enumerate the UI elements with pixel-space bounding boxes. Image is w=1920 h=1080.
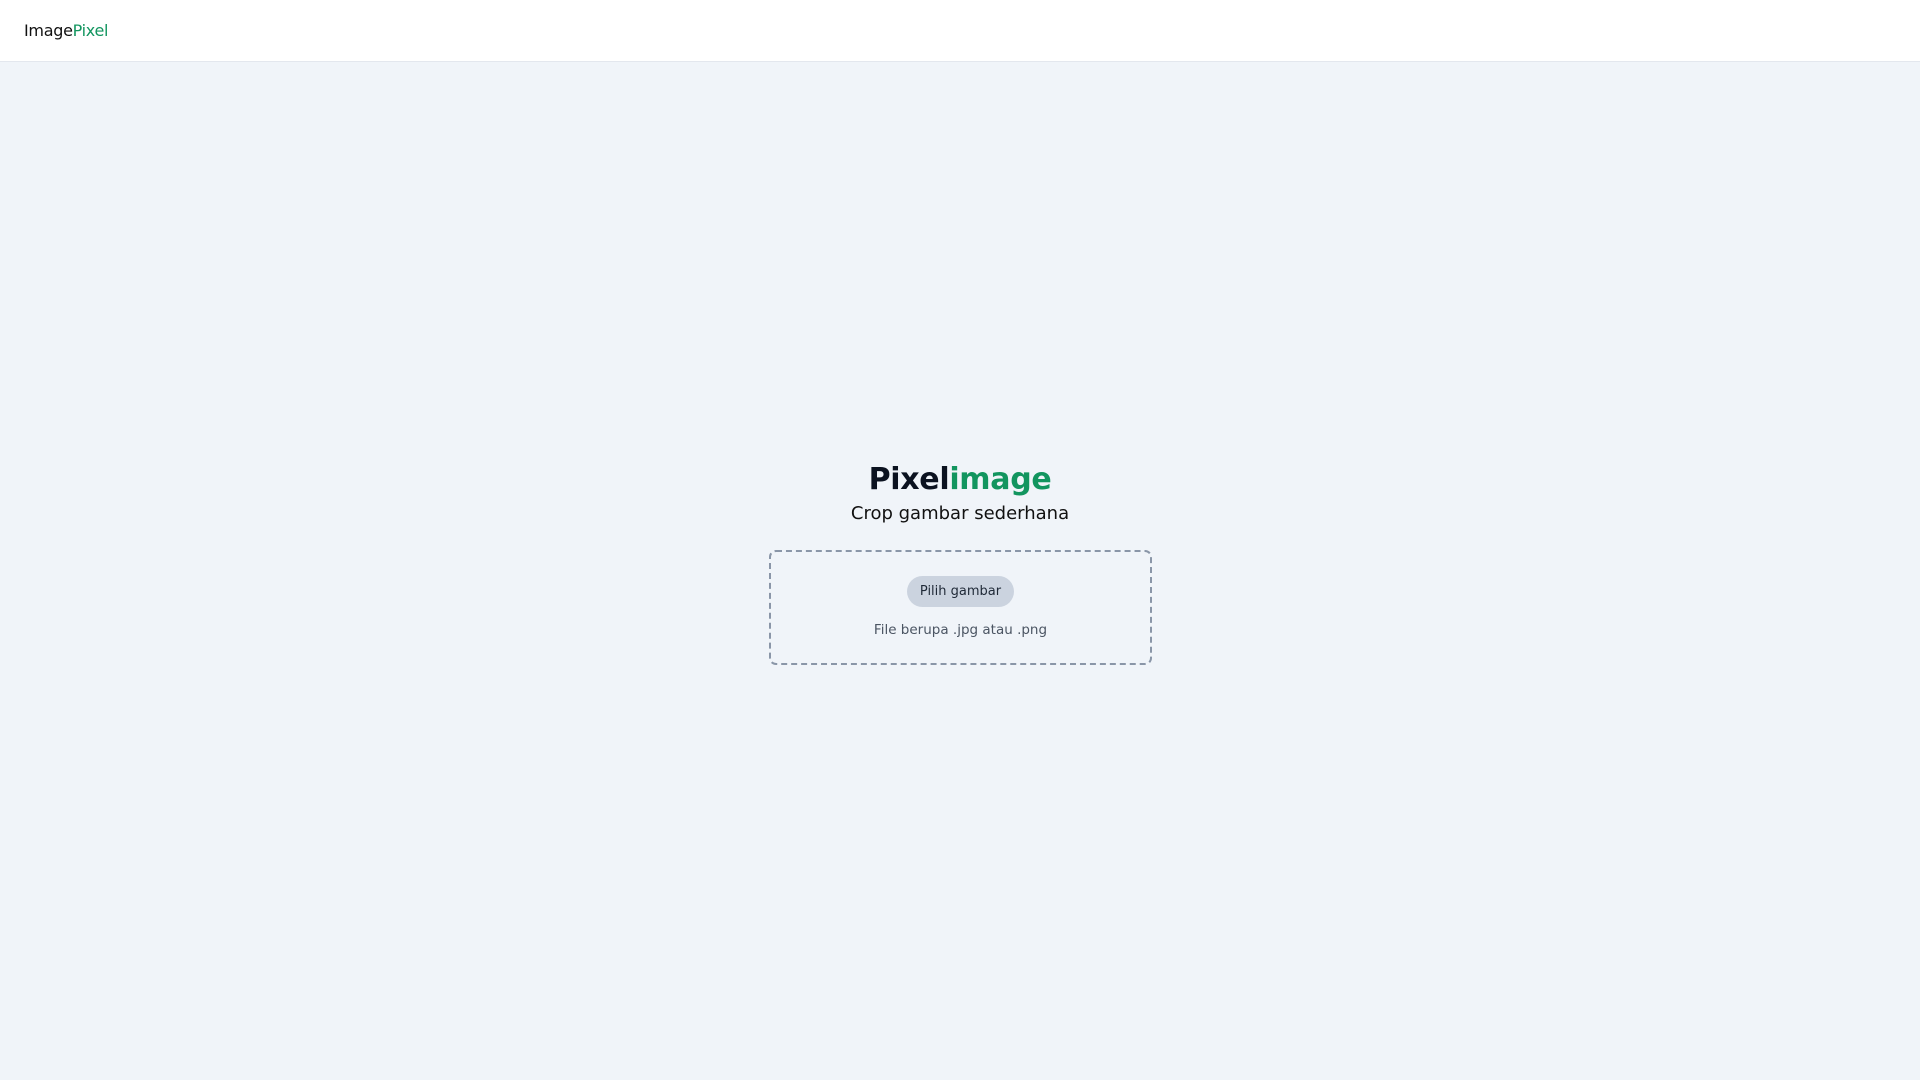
upload-dropzone[interactable]: Pilih gambar File berupa .jpg atau .png: [769, 550, 1152, 665]
page-subtitle: Crop gambar sederhana: [850, 503, 1070, 524]
logo-text-pixel: Pixel: [72, 21, 109, 40]
app-logo[interactable]: ImagePixel: [24, 21, 108, 41]
choose-image-button[interactable]: Pilih gambar: [907, 576, 1014, 607]
hero: Pixelimage Crop gambar sederhana: [0, 458, 1920, 526]
title-text-pixel: Pixel: [868, 462, 950, 497]
title-text-image: image: [949, 462, 1052, 497]
page-title: Pixelimage: [0, 458, 1920, 502]
file-type-hint: File berupa .jpg atau .png: [873, 622, 1048, 638]
logo-text-image: Image: [24, 21, 73, 40]
top-bar: ImagePixel: [0, 0, 1920, 62]
